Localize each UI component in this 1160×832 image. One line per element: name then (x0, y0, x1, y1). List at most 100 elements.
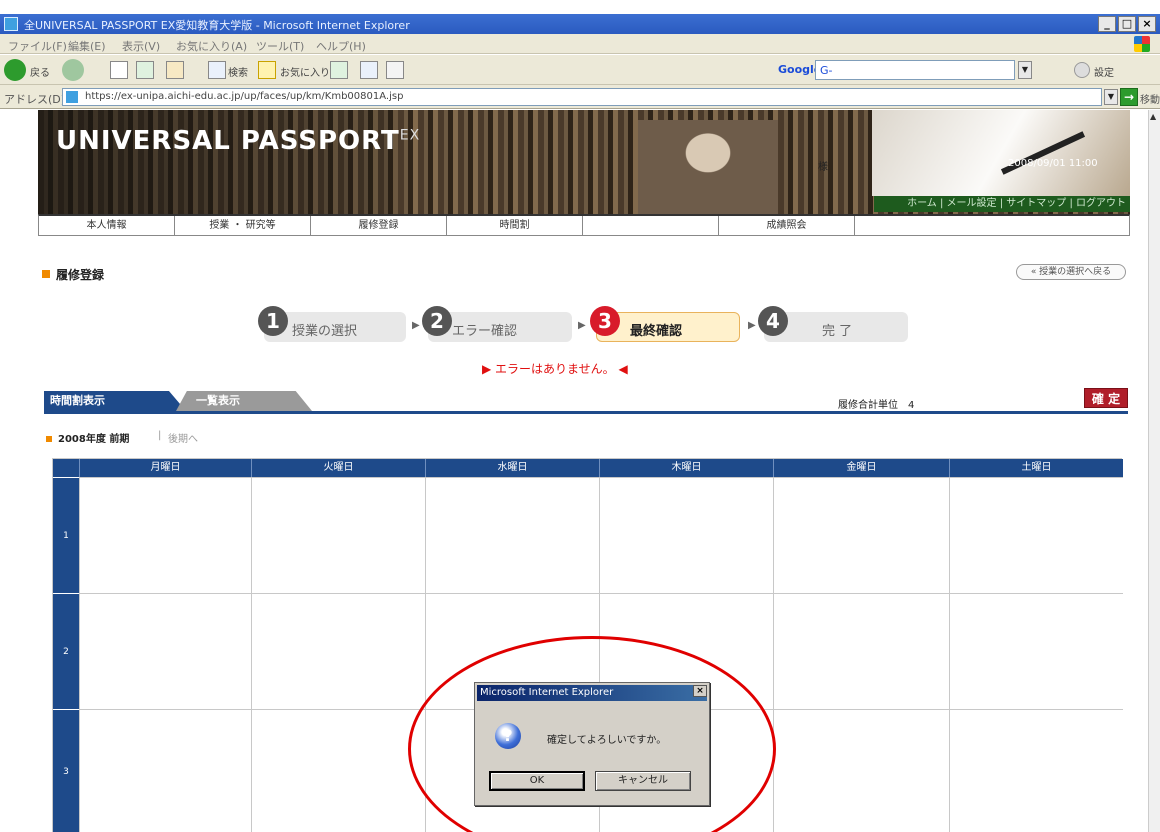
menu-help[interactable]: ヘルプ(H) (316, 38, 366, 54)
step-1-label: 授業の選択 (292, 324, 358, 339)
menu-edit[interactable]: 編集(E) (68, 38, 106, 54)
nav-tab-blank[interactable] (583, 216, 719, 236)
next-term-link[interactable]: 後期へ (168, 430, 198, 445)
menu-favorites[interactable]: お気に入り(A) (176, 38, 247, 54)
nav-tab-classes[interactable]: 授業 ・ 研究等 (175, 216, 311, 236)
timetable-cell[interactable] (425, 477, 599, 593)
menu-bar: ファイル(F) 編集(E) 表示(V) お気に入り(A) ツール(T) ヘルプ(… (0, 34, 1160, 54)
status-message: ▶ エラーはありません。 ◀ (482, 362, 628, 376)
menu-tools[interactable]: ツール(T) (256, 38, 304, 54)
day-header: 水曜日 (425, 459, 599, 477)
window-title: 全UNIVERSAL PASSPORT EX愛知教育大学版 - Microsof… (24, 19, 410, 32)
search-label[interactable]: 検索 (228, 64, 248, 79)
tab-timetable-view[interactable]: 時間割表示 (44, 391, 186, 411)
address-url: https://ex-unipa.aichi-edu.ac.jp/up/face… (85, 91, 404, 102)
page-title: 履修登録 (56, 268, 105, 282)
home-icon[interactable] (166, 61, 184, 79)
timetable-cell[interactable] (949, 477, 1123, 593)
address-dropdown-icon[interactable]: ▼ (1104, 89, 1118, 105)
confirm-button[interactable]: 確 定 (1084, 388, 1128, 408)
print-icon[interactable] (386, 61, 404, 79)
nav-tab-grades[interactable]: 成績照会 (719, 216, 855, 236)
mail-icon[interactable] (360, 61, 378, 79)
step-2-number: 2 (422, 306, 452, 336)
scroll-up-icon[interactable]: ▲ (1150, 112, 1159, 122)
section-marker-icon (42, 270, 50, 278)
close-button[interactable]: × (1138, 16, 1156, 32)
term-marker-icon (46, 436, 52, 442)
main-nav: 本人情報 授業 ・ 研究等 履修登録 時間割 成績照会 (38, 214, 1130, 236)
term-separator: | (158, 430, 162, 441)
banner-photo-right (872, 110, 1130, 196)
ie-icon (4, 17, 18, 31)
maximize-button[interactable]: □ (1118, 16, 1136, 32)
menu-view[interactable]: 表示(V) (122, 38, 160, 54)
menu-file[interactable]: ファイル(F) (8, 38, 67, 54)
timetable-cell[interactable] (251, 593, 425, 709)
total-credits: 履修合計単位 4 (838, 400, 915, 411)
step-4-label: 完 了 (822, 324, 853, 339)
search-icon[interactable] (208, 61, 226, 79)
timetable-cell[interactable] (949, 593, 1123, 709)
history-icon[interactable] (330, 61, 348, 79)
day-header: 土曜日 (949, 459, 1123, 477)
timetable-cell[interactable] (251, 477, 425, 593)
forward-arrow-icon[interactable] (62, 59, 84, 81)
period-label: 1 (53, 477, 79, 593)
title-bar: 全UNIVERSAL PASSPORT EX愛知教育大学版 - Microsof… (0, 14, 1160, 34)
go-arrow-icon[interactable]: → (1120, 88, 1138, 106)
header-links[interactable]: ホーム | メール設定 | サイトマップ | ログアウト (874, 196, 1130, 212)
nav-tab-profile[interactable]: 本人情報 (39, 216, 175, 236)
minimize-button[interactable]: _ (1098, 16, 1116, 32)
address-bar: アドレス(D) https://ex-unipa.aichi-edu.ac.jp… (0, 85, 1160, 109)
stop-icon[interactable] (110, 61, 128, 79)
tab-list-view[interactable]: 一覧表示 (176, 391, 312, 411)
step-4-number: 4 (758, 306, 788, 336)
vertical-scrollbar[interactable]: ▲ (1148, 110, 1160, 832)
day-header: 金曜日 (773, 459, 949, 477)
timetable-cell[interactable] (79, 477, 251, 593)
day-header: 月曜日 (79, 459, 251, 477)
confirm-dialog: Microsoft Internet Explorer × ? 確定してよろしい… (474, 682, 710, 806)
timetable-cell[interactable] (599, 477, 773, 593)
favorites-label[interactable]: お気に入り (280, 64, 330, 79)
timetable-header: 月曜日 火曜日 水曜日 木曜日 金曜日 土曜日 (53, 459, 1123, 477)
toolbar: 戻る 検索 お気に入り Google G- ▼ 設定 (0, 55, 1160, 85)
ok-button[interactable]: OK (489, 771, 585, 791)
timetable-cell[interactable] (949, 709, 1123, 832)
google-search-input[interactable]: G- (815, 60, 1015, 80)
back-arrow-icon[interactable] (4, 59, 26, 81)
settings-gear-icon[interactable] (1074, 62, 1090, 78)
google-search-value: G- (820, 64, 833, 77)
back-to-selection-button[interactable]: « 授業の選択へ戻る (1016, 264, 1126, 280)
step-2-label: エラー確認 (452, 324, 518, 339)
step-indicator: 1 授業の選択 ▶ 2 エラー確認 ▶ 3 最終確認 ▶ 4 完 了 (258, 306, 908, 346)
settings-label[interactable]: 設定 (1094, 64, 1114, 79)
user-info: 様 (818, 162, 828, 173)
nav-tab-registration[interactable]: 履修登録 (311, 216, 447, 236)
back-label[interactable]: 戻る (30, 64, 50, 79)
step-3-label: 最終確認 (630, 324, 683, 339)
view-tabs: 時間割表示 一覧表示 履修合計単位 4 確 定 (44, 388, 1128, 414)
timetable-cell[interactable] (773, 709, 949, 832)
dialog-close-icon[interactable]: × (693, 685, 707, 697)
banner-photo (638, 120, 778, 214)
address-input[interactable]: https://ex-unipa.aichi-edu.ac.jp/up/face… (62, 88, 1102, 106)
refresh-icon[interactable] (136, 61, 154, 79)
favorites-star-icon[interactable] (258, 61, 276, 79)
nav-tab-timetable[interactable]: 時間割 (447, 216, 583, 236)
page-icon (66, 91, 78, 103)
cancel-button[interactable]: キャンセル (595, 771, 691, 791)
timetable-cell[interactable] (251, 709, 425, 832)
go-label[interactable]: 移動 (1140, 91, 1160, 106)
chevron-down-icon[interactable]: ▼ (1018, 61, 1032, 79)
dialog-title: Microsoft Internet Explorer (477, 685, 707, 701)
timetable-cell[interactable] (773, 593, 949, 709)
period-label: 3 (53, 709, 79, 832)
step-arrow-icon: ▶ (412, 320, 420, 331)
timetable-cell[interactable] (79, 593, 251, 709)
timetable-cell[interactable] (773, 477, 949, 593)
dialog-message: 確定してよろしいですか。 (547, 735, 667, 746)
timetable-cell[interactable] (79, 709, 251, 832)
brand-sup: EX (399, 127, 421, 144)
